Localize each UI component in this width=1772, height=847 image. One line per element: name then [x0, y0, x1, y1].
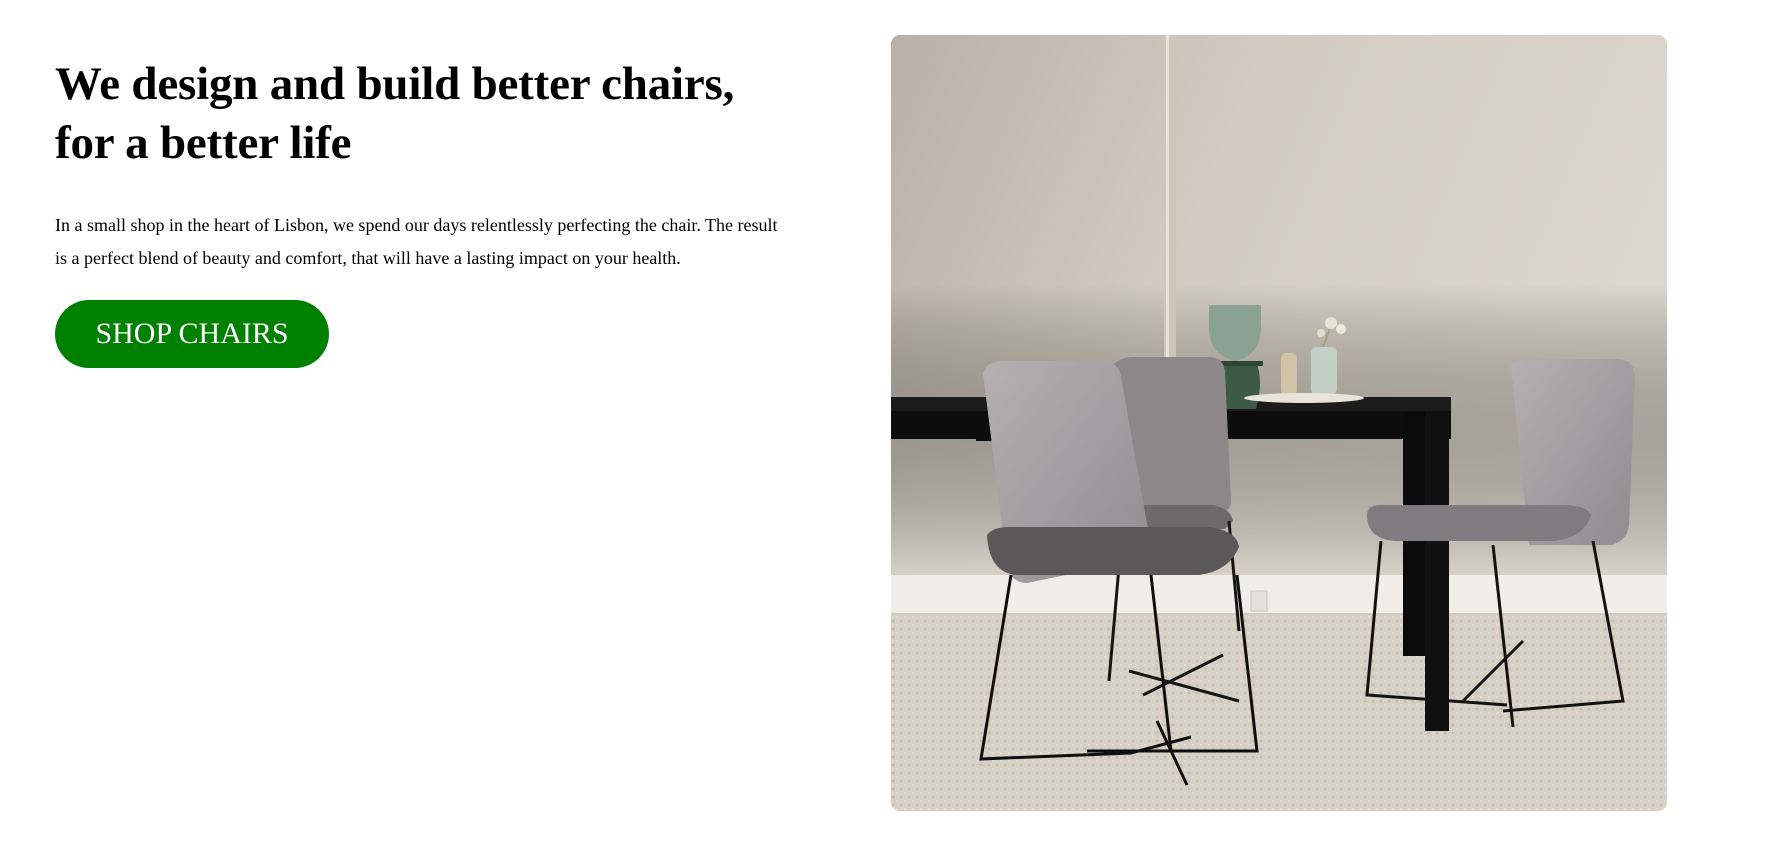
hero-text-block: We design and build better chairs, for a… [55, 55, 815, 275]
intro-paragraph: In a small shop in the heart of Lisbon, … [55, 209, 815, 275]
shop-chairs-button[interactable]: SHOP CHAIRS [55, 300, 329, 368]
intro-line-2: is a perfect blend of beauty and comfort… [55, 248, 681, 268]
intro-line-1: In a small shop in the heart of Lisbon, … [55, 215, 778, 235]
headline-line-1: We design and build better chairs, [55, 58, 735, 110]
hero-image-dining-chairs [891, 35, 1667, 811]
page-headline: We design and build better chairs, for a… [55, 55, 815, 173]
rug [891, 615, 1667, 811]
headline-line-2: for a better life [55, 117, 352, 169]
